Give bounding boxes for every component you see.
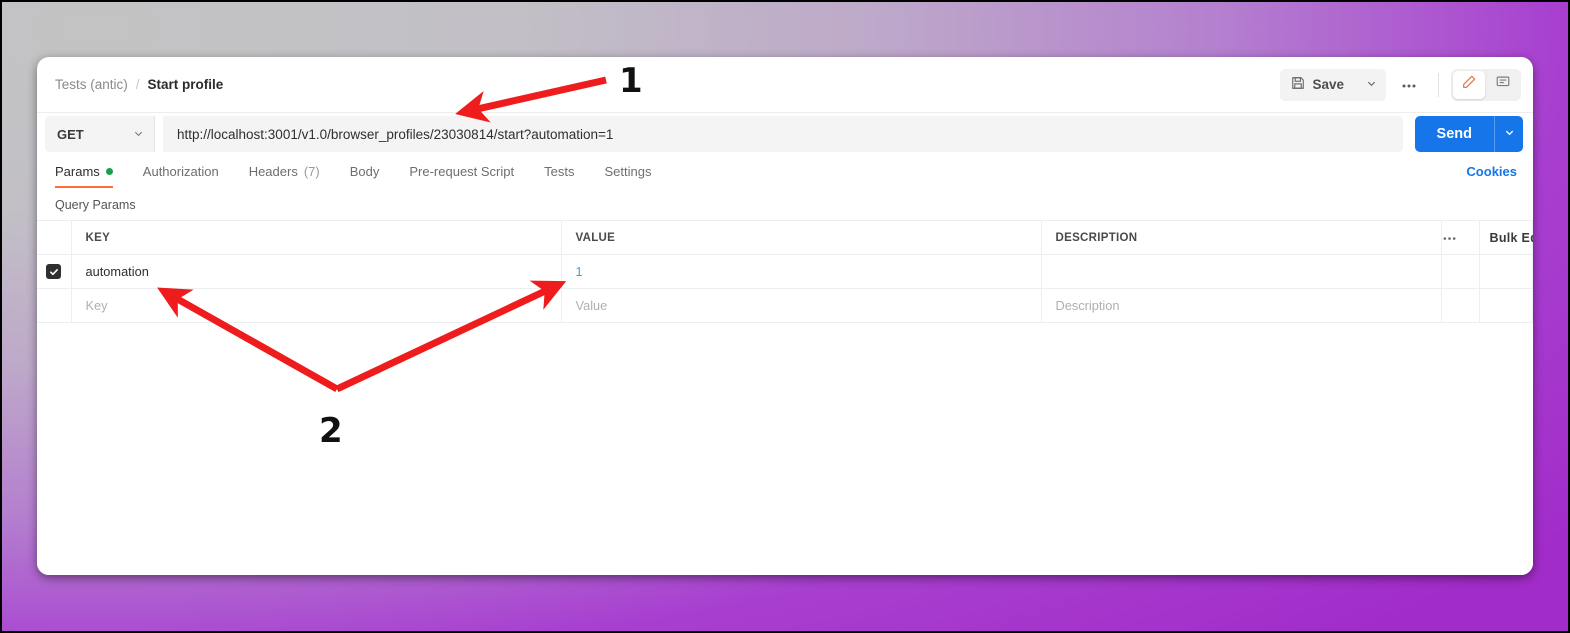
table-options-button[interactable] (1441, 221, 1479, 255)
send-button-group: Send (1415, 116, 1523, 152)
comment-button[interactable] (1487, 71, 1519, 99)
chevron-down-icon (1504, 125, 1515, 143)
empty-row-checkbox-cell (37, 289, 71, 323)
floppy-disk-icon (1291, 76, 1305, 93)
request-tabs: Params Authorization Headers (7) Body Pr… (37, 155, 1533, 188)
tab-authorization[interactable]: Authorization (128, 155, 234, 188)
send-button[interactable]: Send (1415, 116, 1494, 152)
tab-body-label: Body (350, 164, 380, 179)
bulk-edit-button[interactable]: Bulk Edit (1479, 221, 1533, 255)
ellipsis-icon (1401, 77, 1417, 92)
tab-params-label: Params (55, 164, 100, 179)
header-divider (1438, 73, 1439, 97)
table-header-row: KEY VALUE DESCRIPTION Bulk Edit (37, 221, 1533, 255)
save-button[interactable]: Save (1280, 69, 1356, 101)
row-value-value: 1 (562, 264, 1041, 279)
chevron-down-icon (1366, 76, 1377, 94)
query-params-panel: Query Params KEY VALUE DESCRIPTION (37, 188, 1533, 575)
tab-headers-label: Headers (249, 164, 298, 179)
pencil-icon (1461, 74, 1477, 95)
save-button-group: Save (1280, 69, 1386, 101)
empty-row-description-placeholder: Description (1042, 298, 1441, 313)
save-options-caret-button[interactable] (1356, 69, 1386, 101)
tab-headers[interactable]: Headers (7) (234, 155, 335, 188)
row-enabled-cell (37, 255, 71, 289)
tab-settings-label: Settings (604, 164, 651, 179)
row-options-cell (1441, 255, 1479, 289)
header-key: KEY (71, 221, 561, 255)
http-method-select[interactable]: GET (45, 116, 155, 152)
ellipsis-icon (1442, 232, 1457, 244)
chevron-down-icon (133, 127, 144, 142)
query-params-title: Query Params (37, 188, 1533, 220)
edit-mode-button[interactable] (1453, 71, 1485, 99)
header-value: VALUE (561, 221, 1041, 255)
view-toggle-group (1451, 69, 1521, 101)
header-description: DESCRIPTION (1041, 221, 1441, 255)
save-button-label: Save (1312, 77, 1344, 92)
send-options-caret-button[interactable] (1494, 116, 1523, 152)
row-key-cell[interactable]: automation (71, 255, 561, 289)
empty-row-key-placeholder: Key (72, 298, 561, 313)
row-key-value: automation (72, 264, 561, 279)
comment-icon (1495, 74, 1511, 95)
cookies-link[interactable]: Cookies (1466, 164, 1519, 179)
empty-row-value-placeholder: Value (562, 298, 1041, 313)
breadcrumb: Tests (antic) / Start profile (55, 77, 223, 92)
header-description-label: DESCRIPTION (1042, 232, 1441, 244)
row-enabled-checkbox[interactable] (46, 264, 61, 279)
header-value-label: VALUE (562, 232, 1041, 244)
tab-body[interactable]: Body (335, 155, 395, 188)
tab-headers-count: (7) (304, 164, 320, 179)
query-params-table: KEY VALUE DESCRIPTION Bulk Edit (37, 220, 1533, 323)
header-checkbox-cell (37, 221, 71, 255)
header-actions: Save (1280, 69, 1521, 101)
annotation-number-1: 1 (619, 64, 643, 98)
empty-row-key-cell[interactable]: Key (71, 289, 561, 323)
annotation-number-2: 2 (319, 414, 343, 448)
empty-row-trailing-cell (1479, 289, 1533, 323)
breadcrumb-collection[interactable]: Tests (antic) (55, 77, 128, 92)
more-actions-button[interactable] (1392, 69, 1426, 101)
http-method-value: GET (57, 127, 84, 142)
row-trailing-cell (1479, 255, 1533, 289)
breadcrumb-current-request: Start profile (148, 77, 224, 92)
table-row-empty: Key Value Description (37, 289, 1533, 323)
table-row: automation 1 (37, 255, 1533, 289)
tab-tests[interactable]: Tests (529, 155, 589, 188)
bulk-edit-label: Bulk Edit (1480, 231, 1534, 245)
window-header: Tests (antic) / Start profile (37, 57, 1533, 113)
request-url-bar: GET http://localhost:3001/v1.0/browser_p… (37, 113, 1533, 155)
row-value-cell[interactable]: 1 (561, 255, 1041, 289)
desktop-background: Tests (antic) / Start profile (0, 0, 1570, 633)
row-description-cell[interactable] (1041, 255, 1441, 289)
tab-tests-label: Tests (544, 164, 574, 179)
postman-request-window: Tests (antic) / Start profile (37, 57, 1533, 575)
params-empty-area (37, 323, 1533, 575)
tab-pre-request-script-label: Pre-request Script (409, 164, 514, 179)
breadcrumb-separator: / (136, 77, 140, 92)
params-modified-dot-icon (106, 168, 113, 175)
empty-row-description-cell[interactable]: Description (1041, 289, 1441, 323)
tab-params[interactable]: Params (55, 155, 128, 188)
header-key-label: KEY (72, 232, 561, 244)
empty-row-value-cell[interactable]: Value (561, 289, 1041, 323)
empty-row-options-cell (1441, 289, 1479, 323)
request-url-input[interactable]: http://localhost:3001/v1.0/browser_profi… (163, 116, 1403, 152)
tab-authorization-label: Authorization (143, 164, 219, 179)
tab-settings[interactable]: Settings (589, 155, 666, 188)
tab-pre-request-script[interactable]: Pre-request Script (394, 155, 529, 188)
